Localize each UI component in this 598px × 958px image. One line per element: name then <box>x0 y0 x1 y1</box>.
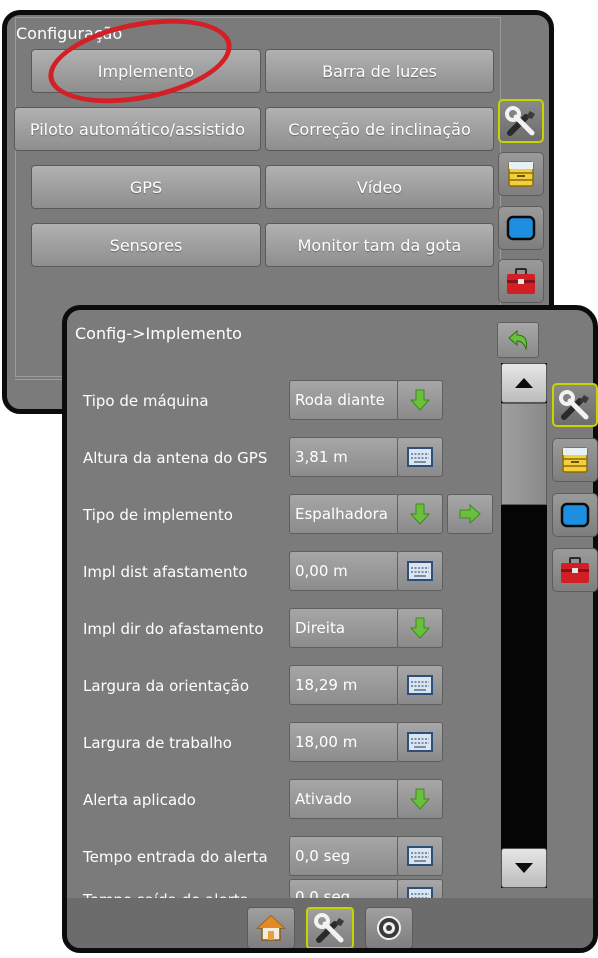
keyboard-icon <box>407 675 433 695</box>
tools-icon <box>505 106 535 136</box>
down-triangle-icon <box>515 863 533 873</box>
bottom-nav-bar <box>67 898 593 948</box>
alerta-aplicado-value[interactable]: Ativado <box>289 779 399 819</box>
tempo-entrada-alerta-value[interactable]: 0,0 seg <box>289 836 399 876</box>
toolbox-icon <box>507 268 535 294</box>
down-arrow-icon <box>410 788 430 810</box>
largura-orientacao-value[interactable]: 18,29 m <box>289 665 399 705</box>
tools-icon <box>559 390 589 420</box>
impl-dir-afastamento-label: Impl dir do afastamento <box>83 620 264 638</box>
alerta-aplicado-dropdown[interactable] <box>397 779 443 819</box>
file-cabinet-tab-front[interactable] <box>552 438 598 482</box>
settings-title: Config->Implemento <box>75 324 242 343</box>
impl-dir-afastamento-value[interactable]: Direita <box>289 608 399 648</box>
file-cabinet-icon <box>508 161 534 187</box>
correcao-inclinacao-button[interactable]: Correção de inclinação <box>265 107 494 151</box>
tipo-maquina-dropdown[interactable] <box>397 380 443 420</box>
gps-button[interactable]: GPS <box>31 165 261 209</box>
tipo-implemento-label: Tipo de implemento <box>83 506 233 524</box>
gauge-nav-button[interactable] <box>365 907 413 948</box>
tipo-maquina-value[interactable]: Roda diante <box>289 380 399 420</box>
down-arrow-icon <box>410 617 430 639</box>
file-cabinet-tab[interactable] <box>498 152 544 196</box>
barra-de-luzes-button[interactable]: Barra de luzes <box>265 49 494 93</box>
scroll-up-button[interactable] <box>501 363 547 403</box>
keyboard-icon <box>407 846 433 866</box>
largura-orientacao-label: Largura da orientação <box>83 677 250 695</box>
monitor-gota-button[interactable]: Monitor tam da gota <box>265 223 494 267</box>
impl-dist-afastamento-label: Impl dist afastamento <box>83 563 248 581</box>
toolbox-tab[interactable] <box>498 259 544 303</box>
display-icon <box>506 215 536 241</box>
home-icon <box>256 914 286 941</box>
gauge-icon <box>377 916 401 940</box>
impl-dist-afastamento-value[interactable]: 0,00 m <box>289 551 399 591</box>
down-arrow-icon <box>410 389 430 411</box>
tools-tab[interactable] <box>498 99 544 143</box>
home-button[interactable] <box>247 907 295 948</box>
scroll-thumb[interactable] <box>501 403 547 505</box>
keyboard-icon <box>407 561 433 581</box>
up-triangle-icon <box>515 378 533 388</box>
display-tab[interactable] <box>498 206 544 250</box>
largura-trabalho-label: Largura de trabalho <box>83 734 232 752</box>
alerta-aplicado-label: Alerta aplicado <box>83 791 196 809</box>
tools-tab-front[interactable] <box>552 383 598 427</box>
right-arrow-icon <box>459 504 481 524</box>
largura-trabalho-value[interactable]: 18,00 m <box>289 722 399 762</box>
impl-dir-afastamento-dropdown[interactable] <box>397 608 443 648</box>
largura-orientacao-keyboard[interactable] <box>397 665 443 705</box>
piloto-automatico-button[interactable]: Piloto automático/assistido <box>14 107 261 151</box>
display-icon <box>560 502 590 528</box>
tipo-maquina-label: Tipo de máquina <box>83 392 209 410</box>
video-button[interactable]: Vídeo <box>265 165 494 209</box>
down-arrow-icon <box>410 503 430 525</box>
settings-scrollbar[interactable] <box>501 363 547 888</box>
tools-icon <box>314 913 344 943</box>
tipo-implemento-next[interactable] <box>447 494 493 534</box>
sensores-button[interactable]: Sensores <box>31 223 261 267</box>
back-button[interactable] <box>497 322 539 358</box>
keyboard-icon <box>407 732 433 752</box>
altura-antena-value[interactable]: 3,81 m <box>289 437 399 477</box>
scroll-down-button[interactable] <box>501 848 547 888</box>
tempo-entrada-alerta-label: Tempo entrada do alerta <box>83 848 268 866</box>
toolbox-tab-front[interactable] <box>552 548 598 592</box>
back-arrow-icon <box>508 329 528 351</box>
tempo-entrada-alerta-keyboard[interactable] <box>397 836 443 876</box>
tipo-implemento-dropdown[interactable] <box>397 494 443 534</box>
impl-dist-afastamento-keyboard[interactable] <box>397 551 443 591</box>
display-tab-front[interactable] <box>552 493 598 537</box>
altura-antena-keyboard[interactable] <box>397 437 443 477</box>
largura-trabalho-keyboard[interactable] <box>397 722 443 762</box>
toolbox-icon <box>561 557 589 583</box>
tools-nav-button[interactable] <box>306 907 354 948</box>
tipo-implemento-value[interactable]: Espalhadora <box>289 494 399 534</box>
altura-antena-label: Altura da antena do GPS <box>83 449 268 467</box>
file-cabinet-icon <box>562 447 588 473</box>
keyboard-icon <box>407 447 433 467</box>
implement-settings-panel: Config->Implemento Tipo de máquina Roda … <box>62 305 598 953</box>
